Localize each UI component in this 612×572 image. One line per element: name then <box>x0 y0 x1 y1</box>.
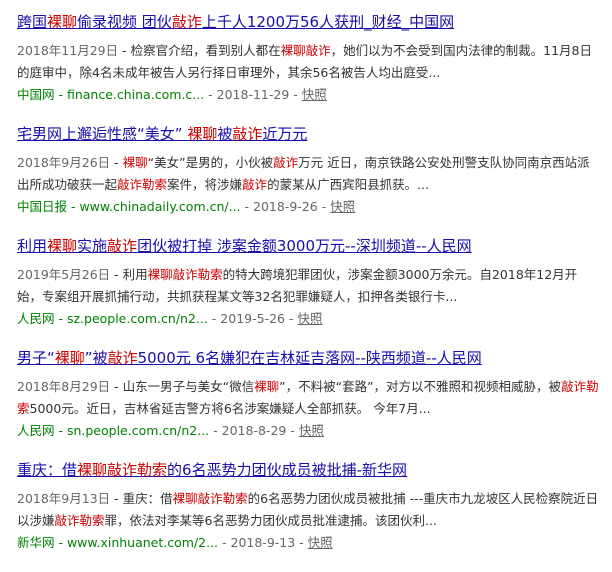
result-date: 2018年8月29日 <box>17 379 111 394</box>
result-abstract: 2018年8月29日 - 山东一男子与美女“微信裸聊”，不料被“套路”，对方以不… <box>17 376 602 420</box>
result-source[interactable]: 人民网 - sn.people.com.cn/n2... <box>17 423 209 438</box>
result-meta: 人民网 - sz.people.com.cn/n2... - 2019-5-26… <box>17 311 323 326</box>
text-segment: - 检察官介绍，看到别人都在 <box>118 43 281 58</box>
text-segment: 5000元。近日，吉林省延吉警方将6名涉案嫌疑人全部抓获。 今年7月... <box>29 401 431 416</box>
text-segment: - 山东一男子与美女“微信 <box>110 379 255 394</box>
snapshot-link[interactable]: 快照 <box>299 423 324 438</box>
keyword-highlight: 敲诈 <box>107 237 138 255</box>
text-segment: 偷录视频 团伙 <box>77 13 172 31</box>
result-date: 2018年11月29日 <box>17 43 119 58</box>
text-segment: 的蒙某从广西宾阳县抓获。... <box>267 177 429 192</box>
text-segment: 男子“ <box>17 349 55 367</box>
result-item: 男子“裸聊”被敲诈5000元 6名嫌犯在吉林延吉落网--陕西频道--人民网 20… <box>17 348 602 441</box>
keyword-highlight: 裸聊 <box>122 155 148 170</box>
text-segment: 近万元 <box>262 125 308 143</box>
text-segment: 跨国 <box>17 13 48 31</box>
snapshot-link[interactable]: 快照 <box>302 87 327 102</box>
text-segment: - <box>110 155 123 170</box>
keyword-highlight: 裸聊 <box>47 237 78 255</box>
text-segment: 的6名恶势力团伙成员被批捕-新华网 <box>167 461 407 479</box>
keyword-highlight: 敲诈 <box>232 125 263 143</box>
result-meta-date: 2018-9-26 <box>253 199 318 214</box>
keyword-highlight: 敲诈 <box>171 13 202 31</box>
result-abstract: 2018年9月26日 - 裸聊“美女”是男的，小伙被敲诈万元 近日，南京铁路公安… <box>17 152 602 196</box>
keyword-highlight: 裸聊敲诈勒索 <box>77 461 168 479</box>
result-meta: 中国日报 - www.chinadaily.com.cn/... - 2018-… <box>17 199 356 214</box>
keyword-highlight: 裸聊敲诈 <box>280 43 331 58</box>
text-segment: ”被 <box>84 349 108 367</box>
result-title-link[interactable]: 宅男网上邂逅性感“美女” 裸聊被敲诈近万元 <box>17 124 602 144</box>
text-segment: 上千人1200万56人获刑_财经_中国网 <box>201 13 455 31</box>
keyword-highlight: 裸聊敲诈勒索 <box>147 267 223 282</box>
text-segment: 团伙被打掉 涉案金额3000万元--深圳频道--人民网 <box>137 237 472 255</box>
result-date: 2019年5月26日 <box>17 267 111 282</box>
keyword-highlight: 敲诈 <box>107 349 138 367</box>
keyword-highlight: 敲诈 <box>242 177 268 192</box>
result-date: 2018年9月13日 <box>17 491 111 506</box>
keyword-highlight: 裸聊 <box>47 13 78 31</box>
text-segment: 被 <box>217 125 233 143</box>
result-meta-date: 2018-9-13 <box>230 535 296 550</box>
snapshot-link[interactable]: 快照 <box>330 199 355 214</box>
result-abstract: 2018年11月29日 - 检察官介绍，看到别人都在裸聊敲诈，她们以为不会受到国… <box>17 40 602 84</box>
snapshot-link[interactable]: 快照 <box>297 311 322 326</box>
result-meta: 人民网 - sn.people.com.cn/n2... - 2018-8-29… <box>17 423 324 438</box>
search-results-list: 跨国裸聊偷录视频 团伙敲诈上千人1200万56人获刑_财经_中国网 2018年1… <box>17 12 602 572</box>
result-source[interactable]: 中国网 - finance.china.com.c... <box>17 87 204 102</box>
snapshot-link[interactable]: 快照 <box>308 535 333 550</box>
result-abstract: 2018年9月13日 - 重庆：借裸聊敲诈勒索的6名恶势力团伙成员被批捕 ---… <box>17 488 602 532</box>
text-segment: - 利用 <box>110 267 148 282</box>
result-meta-date: 2019-5-26 <box>220 311 285 326</box>
keyword-highlight: 裸聊 <box>254 379 280 394</box>
result-meta-date: 2018-11-29 <box>216 87 290 102</box>
text-segment: 重庆：借 <box>17 461 78 479</box>
text-segment: 案件，将涉嫌 <box>167 177 243 192</box>
result-title-link[interactable]: 跨国裸聊偷录视频 团伙敲诈上千人1200万56人获刑_财经_中国网 <box>17 12 602 32</box>
keyword-highlight: 裸聊敲诈勒索 <box>172 491 248 506</box>
result-source[interactable]: 新华网 - www.xinhuanet.com/2... <box>17 535 218 550</box>
keyword-highlight: 敲诈勒索 <box>117 177 168 192</box>
text-segment: “美女”是男的，小伙被 <box>147 155 274 170</box>
text-segment: 罪，依法对李某等6名恶势力团伙成员批准逮捕。该团伙利... <box>104 513 437 528</box>
text-segment: 宅男网上邂逅性感“美女” <box>17 125 188 143</box>
text-segment: 利用 <box>17 237 48 255</box>
result-title-link[interactable]: 重庆：借裸聊敲诈勒索的6名恶势力团伙成员被批捕-新华网 <box>17 460 602 480</box>
result-abstract: 2019年5月26日 - 利用裸聊敲诈勒索的特大跨境犯罪团伙，涉案金额3000万… <box>17 264 602 308</box>
text-segment: 5000元 6名嫌犯在吉林延吉落网--陕西频道--人民网 <box>137 349 482 367</box>
keyword-highlight: 敲诈勒索 <box>54 513 105 528</box>
result-meta-date: 2018-8-29 <box>221 423 287 438</box>
keyword-highlight: 裸聊 <box>54 349 85 367</box>
text-segment: 实施 <box>77 237 108 255</box>
result-title-link[interactable]: 男子“裸聊”被敲诈5000元 6名嫌犯在吉林延吉落网--陕西频道--人民网 <box>17 348 602 368</box>
result-item: 重庆：借裸聊敲诈勒索的6名恶势力团伙成员被批捕-新华网 2018年9月13日 -… <box>17 460 602 553</box>
result-item: 跨国裸聊偷录视频 团伙敲诈上千人1200万56人获刑_财经_中国网 2018年1… <box>17 12 602 105</box>
result-meta: 新华网 - www.xinhuanet.com/2... - 2018-9-13… <box>17 535 333 550</box>
result-date: 2018年9月26日 <box>17 155 111 170</box>
result-source[interactable]: 中国日报 - www.chinadaily.com.cn/... <box>17 199 241 214</box>
result-item: 利用裸聊实施敲诈团伙被打掉 涉案金额3000万元--深圳频道--人民网 2019… <box>17 236 602 329</box>
keyword-highlight: 裸聊 <box>187 125 218 143</box>
result-title-link[interactable]: 利用裸聊实施敲诈团伙被打掉 涉案金额3000万元--深圳频道--人民网 <box>17 236 602 256</box>
result-source[interactable]: 人民网 - sz.people.com.cn/n2... <box>17 311 208 326</box>
text-segment: ”，不料被“套路”，对方以不雅照和视频相威胁，被 <box>279 379 562 394</box>
result-meta: 中国网 - finance.china.com.c... - 2018-11-2… <box>17 87 327 102</box>
text-segment: - 重庆：借 <box>110 491 173 506</box>
result-item: 宅男网上邂逅性感“美女” 裸聊被敲诈近万元 2018年9月26日 - 裸聊“美女… <box>17 124 602 217</box>
keyword-highlight: 敲诈 <box>273 155 299 170</box>
